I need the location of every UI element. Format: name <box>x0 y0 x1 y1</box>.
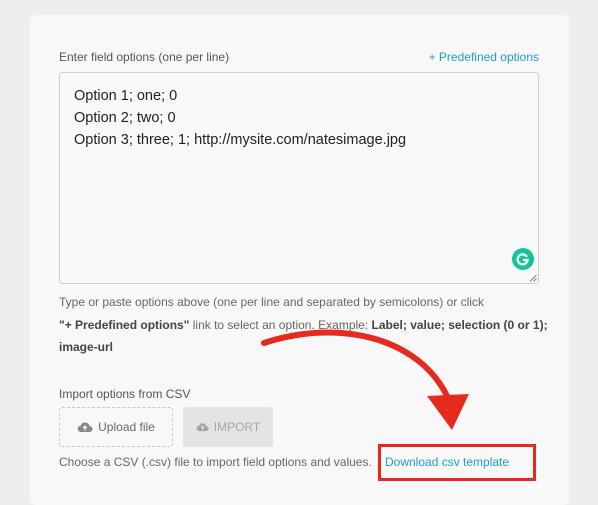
help-text-part: link to select an option. Example: <box>189 317 372 332</box>
field-options-textarea[interactable]: Option 1; one; 0 Option 2; two; 0 Option… <box>59 72 539 284</box>
help-predefined-ref: "+ Predefined options" <box>59 317 190 332</box>
import-button[interactable]: IMPORT <box>183 407 273 447</box>
help-text-part: Type or paste options above (one per lin… <box>59 295 484 309</box>
option-line: Option 1; one; 0 <box>74 88 178 104</box>
cloud-upload-icon <box>196 423 209 432</box>
predefined-options-link[interactable]: + Predefined options <box>429 50 539 64</box>
cloud-upload-icon <box>77 422 93 433</box>
field-options-help: Type or paste options above (one per lin… <box>59 291 549 359</box>
field-options-label: Enter field options (one per line) <box>59 50 230 64</box>
import-csv-help: Choose a CSV (.csv) file to import field… <box>59 455 372 469</box>
resize-grip-icon[interactable] <box>529 274 537 282</box>
upload-button-label: Upload file <box>98 420 155 434</box>
upload-file-button[interactable]: Upload file <box>59 407 173 447</box>
import-csv-label: Import options from CSV <box>59 387 191 401</box>
grammarly-icon[interactable] <box>512 248 534 270</box>
option-line: Option 3; three; 1; http://mysite.com/na… <box>74 132 407 148</box>
import-button-label: IMPORT <box>213 420 261 434</box>
annotation-highlight-box <box>378 444 536 481</box>
option-line: Option 2; two; 0 <box>74 110 176 126</box>
